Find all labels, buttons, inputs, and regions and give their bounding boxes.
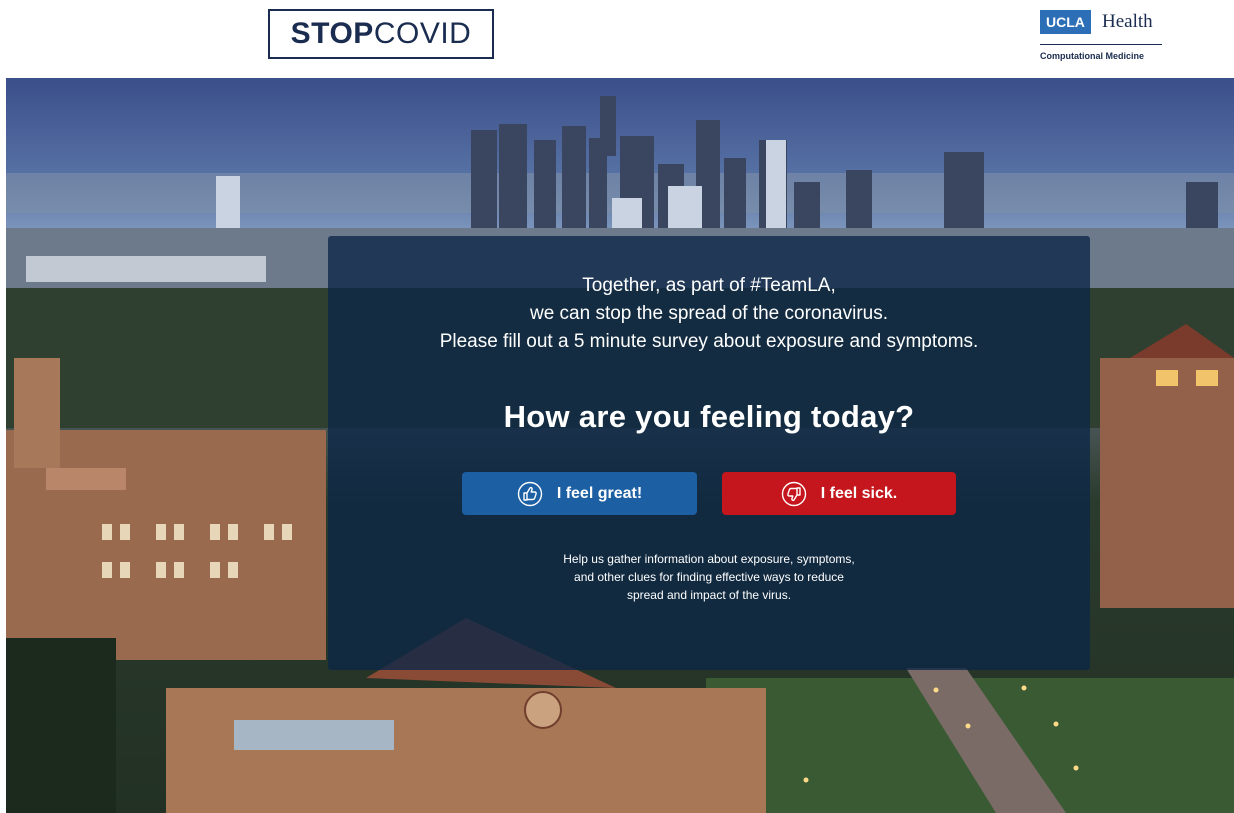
logo-divider — [1040, 44, 1162, 45]
question-heading: How are you feeling today? — [503, 399, 915, 434]
help-line: and other clues for finding effective wa… — [574, 570, 844, 584]
feel-great-button[interactable]: I feel great! — [462, 472, 697, 515]
thumbs-down-icon — [781, 481, 806, 506]
stopcovid-logo[interactable]: STOP COVID — [268, 9, 494, 59]
feel-sick-button[interactable]: I feel sick. — [722, 472, 956, 515]
intro-text: Together, as part of #TeamLA, we can sto… — [328, 272, 1090, 356]
thumbs-up-icon — [517, 481, 543, 506]
intro-line: Please fill out a 5 minute survey about … — [439, 331, 979, 352]
ucla-health-text: Health — [1102, 11, 1153, 32]
ucla-health-logo[interactable]: UCLA Health Computational Medicine — [1040, 10, 1162, 62]
help-text: Help us gather information about exposur… — [328, 550, 1090, 604]
ucla-subtitle: Computational Medicine — [1040, 51, 1145, 61]
ucla-badge: UCLA — [1040, 10, 1091, 34]
feel-great-label: I feel great! — [556, 484, 643, 502]
intro-line: we can stop the spread of the coronaviru… — [529, 303, 889, 324]
help-line: spread and impact of the virus. — [626, 588, 792, 602]
survey-card: Together, as part of #TeamLA, we can sto… — [328, 236, 1090, 670]
logo-covid-word: COVID — [373, 17, 472, 50]
header: STOP COVID UCLA Health Computational Medi… — [0, 0, 1234, 78]
help-line: Help us gather information about exposur… — [563, 552, 855, 566]
intro-line: Together, as part of #TeamLA, — [582, 275, 836, 296]
logo-stop-word: STOP — [290, 17, 374, 50]
feel-sick-label: I feel sick. — [820, 484, 898, 502]
